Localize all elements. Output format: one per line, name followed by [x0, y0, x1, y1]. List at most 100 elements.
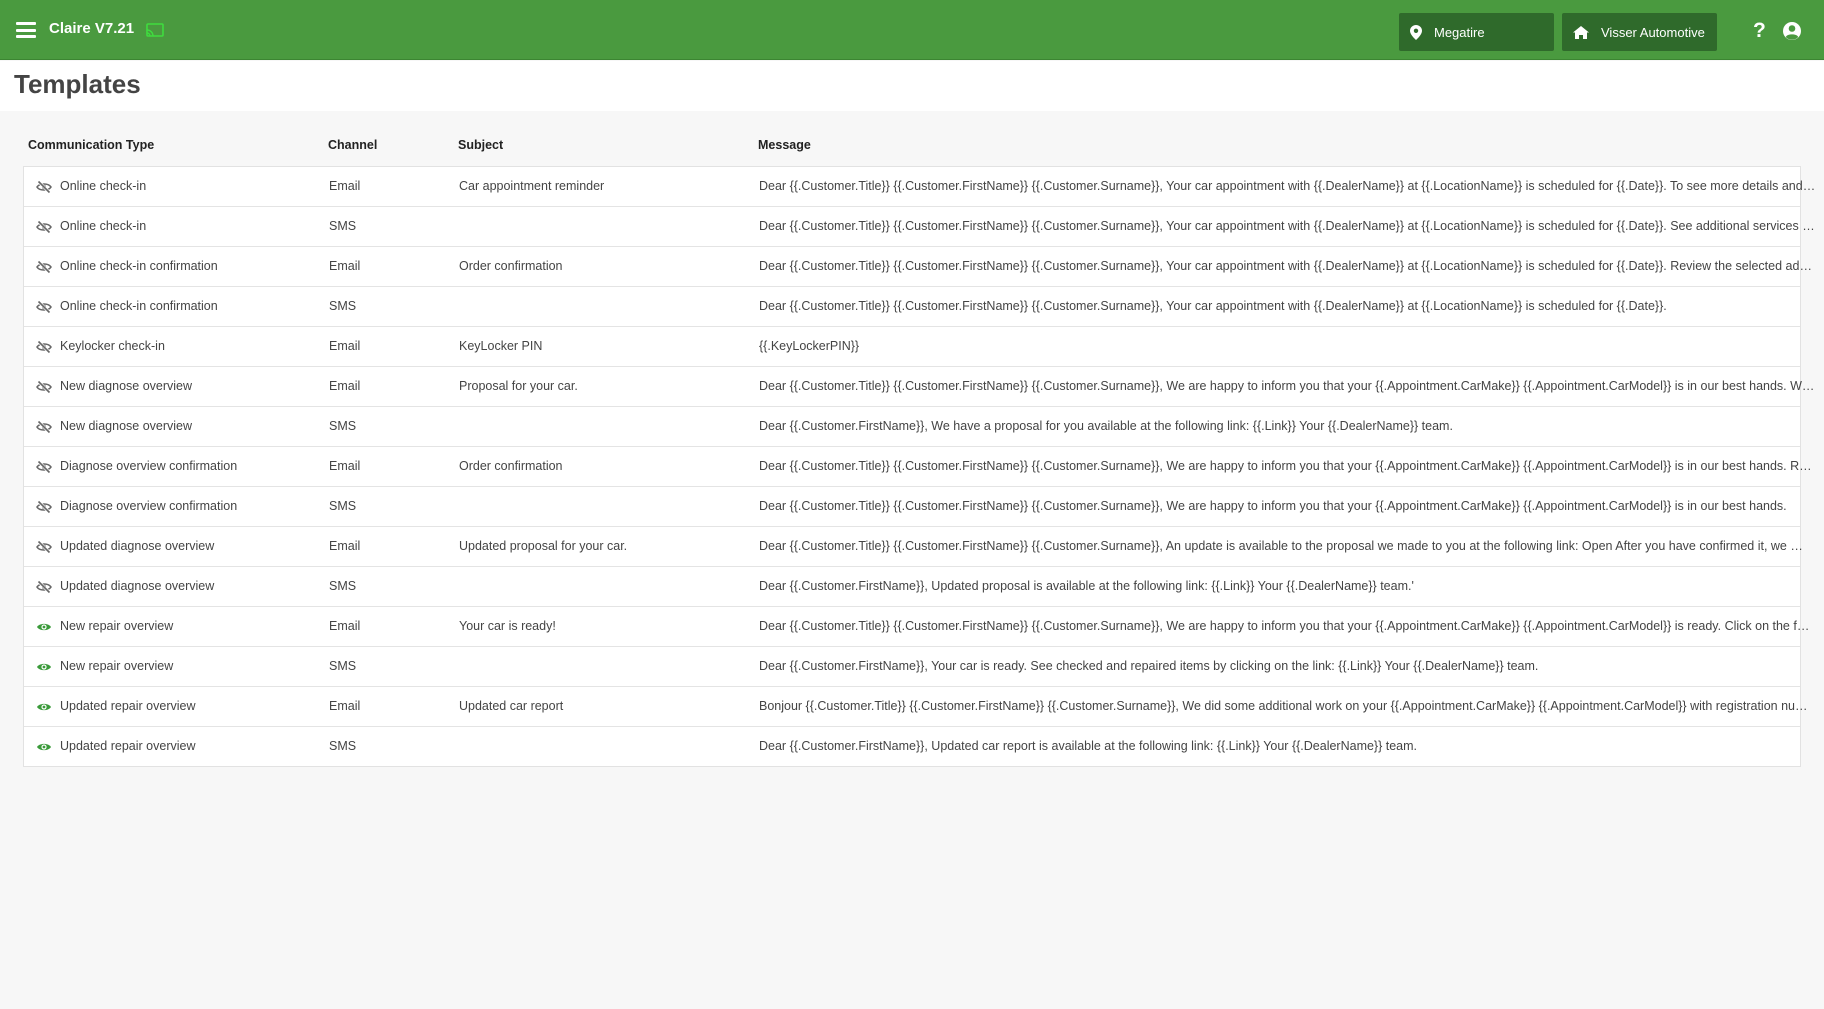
table-body: Online check-in Email Car appointment remi… [23, 166, 1816, 767]
communication-type-cell: Online check-in confirmation [60, 299, 218, 313]
channel-cell: Email [329, 699, 361, 713]
communication-type-cell: New diagnose overview [60, 379, 193, 393]
channel-cell: Email [329, 379, 361, 393]
page-title: Templates [14, 69, 141, 99]
eye-slash-icon[interactable] [36, 260, 52, 274]
hamburger-menu-icon[interactable] [16, 22, 36, 38]
message-cell: Dear {{.Customer.Title}} {{.Customer.Fir… [759, 459, 1812, 473]
communication-type-cell: Updated repair overview [60, 699, 196, 713]
channel-cell: SMS [329, 739, 357, 753]
message-cell: Dear {{.Customer.Title}} {{.Customer.Fir… [759, 539, 1803, 553]
channel-cell: Email [329, 179, 361, 193]
table-row[interactable]: Online check-in confirmation Email Order c… [24, 246, 1816, 286]
subject-cell: Car appointment reminder [459, 179, 605, 193]
cast-icon[interactable] [146, 23, 164, 37]
eye-slash-icon[interactable] [36, 420, 52, 434]
channel-cell: Email [329, 339, 361, 353]
subject-cell: Proposal for your car. [459, 379, 578, 393]
eye-slash-icon[interactable] [36, 500, 52, 514]
eye-icon[interactable] [36, 740, 52, 754]
eye-icon[interactable] [36, 660, 52, 674]
communication-type-cell: Online check-in [60, 219, 147, 233]
communication-type-cell: Online check-in confirmation [60, 259, 218, 273]
message-cell: Dear {{.Customer.Title}} {{.Customer.Fir… [759, 619, 1810, 633]
location-selector[interactable]: Megatire [1399, 13, 1554, 51]
channel-cell: Email [329, 459, 361, 473]
channel-cell: SMS [329, 659, 357, 673]
eye-slash-icon[interactable] [36, 380, 52, 394]
table-header: Communication Type Channel Subject Messa… [23, 130, 1801, 166]
channel-cell: SMS [329, 219, 357, 233]
home-icon [1573, 25, 1589, 39]
communication-type-cell: Diagnose overview confirmation [60, 499, 238, 513]
user-circle-icon[interactable] [1782, 21, 1802, 41]
table-row[interactable]: Diagnose overview confirmation Email Order… [24, 446, 1812, 486]
eye-slash-icon[interactable] [36, 340, 52, 354]
subject-cell: Updated proposal for your car. [459, 539, 628, 553]
eye-slash-icon[interactable] [36, 220, 52, 234]
subject-cell: Order confirmation [459, 459, 563, 473]
table-row[interactable]: New diagnose overview Email Proposal for y… [24, 366, 1814, 406]
table-row[interactable]: Updated diagnose overview Email Updated pr… [24, 526, 1803, 566]
subject-cell: Your car is ready! [459, 619, 556, 633]
channel-cell: Email [329, 259, 361, 273]
top-bar: Claire V7.21 Megatire Visser Automotive … [0, 0, 1824, 60]
channel-cell: SMS [329, 579, 357, 593]
message-cell: Bonjour {{.Customer.Title}} {{.Customer.… [759, 699, 1808, 713]
dealer-selector[interactable]: Visser Automotive [1562, 13, 1717, 51]
communication-type-cell: New repair overview [60, 659, 174, 673]
subject-cell: Order confirmation [459, 259, 563, 273]
table-row[interactable]: Diagnose overview confirmation SMS Dear {{… [24, 486, 1800, 526]
page-header: Templates [0, 61, 1824, 111]
message-cell: Dear {{.Customer.Title}} {{.Customer.Fir… [759, 219, 1816, 233]
question-mark-icon[interactable]: ? [1753, 19, 1766, 43]
column-header-subject[interactable]: Subject [458, 138, 503, 152]
column-header-channel[interactable]: Channel [328, 138, 377, 152]
communication-type-cell: Updated diagnose overview [60, 579, 215, 593]
communication-type-cell: Updated diagnose overview [60, 539, 215, 553]
message-cell: Dear {{.Customer.FirstName}}, Your car i… [759, 659, 1539, 673]
column-header-communication-type[interactable]: Communication Type [28, 138, 154, 152]
column-header-message[interactable]: Message [758, 138, 811, 152]
communication-type-cell: New repair overview [60, 619, 174, 633]
channel-cell: SMS [329, 499, 357, 513]
eye-icon[interactable] [36, 700, 52, 714]
table-row[interactable]: Updated diagnose overview SMS Dear {{.Cust… [24, 566, 1800, 606]
eye-slash-icon[interactable] [36, 460, 52, 474]
table-row[interactable]: Updated repair overview SMS Dear {{.Custom… [24, 726, 1800, 766]
message-cell: Dear {{.Customer.Title}} {{.Customer.Fir… [759, 179, 1816, 193]
table-row[interactable]: Keylocker check-in Email KeyLocker PIN {{.K… [24, 326, 1800, 366]
eye-slash-icon[interactable] [36, 180, 52, 194]
app-title: Claire V7.21 [49, 20, 135, 37]
communication-type-cell: Keylocker check-in [60, 339, 165, 353]
message-cell: Dear {{.Customer.Title}} {{.Customer.Fir… [759, 259, 1816, 273]
table-row[interactable]: Updated repair overview Email Updated car … [24, 686, 1808, 726]
channel-cell: SMS [329, 419, 357, 433]
eye-slash-icon[interactable] [36, 580, 52, 594]
eye-icon[interactable] [36, 620, 52, 634]
subject-cell: Updated car report [459, 699, 564, 713]
channel-cell: Email [329, 539, 361, 553]
communication-type-cell: Updated repair overview [60, 739, 196, 753]
communication-type-cell: Online check-in [60, 179, 147, 193]
templates-table: Communication Type Channel Subject Messa… [23, 130, 1816, 767]
message-cell: {{.KeyLockerPIN}} [759, 339, 860, 353]
table-row[interactable]: Online check-in SMS Dear {{.Customer.Title… [24, 206, 1816, 246]
table-row[interactable]: New repair overview SMS Dear {{.Customer.F… [24, 646, 1800, 686]
channel-cell: SMS [329, 299, 357, 313]
subject-cell: KeyLocker PIN [459, 339, 543, 353]
message-cell: Dear {{.Customer.Title}} {{.Customer.Fir… [759, 379, 1815, 393]
table-row[interactable]: New repair overview Email Your car is read… [24, 606, 1809, 646]
table-row[interactable]: Online check-in Email Car appointment remi… [24, 167, 1816, 206]
map-marker-icon [1410, 24, 1422, 40]
eye-slash-icon[interactable] [36, 300, 52, 314]
message-cell: Dear {{.Customer.Title}} {{.Customer.Fir… [759, 299, 1667, 313]
message-cell: Dear {{.Customer.FirstName}}, Updated pr… [759, 579, 1414, 593]
eye-slash-icon[interactable] [36, 540, 52, 554]
table-row[interactable]: New diagnose overview SMS Dear {{.Customer… [24, 406, 1800, 446]
location-label: Megatire [1434, 24, 1485, 40]
channel-cell: Email [329, 619, 361, 633]
communication-type-cell: Diagnose overview confirmation [60, 459, 238, 473]
message-cell: Dear {{.Customer.Title}} {{.Customer.Fir… [759, 499, 1787, 513]
table-row[interactable]: Online check-in confirmation SMS Dear {{.C… [24, 286, 1800, 326]
